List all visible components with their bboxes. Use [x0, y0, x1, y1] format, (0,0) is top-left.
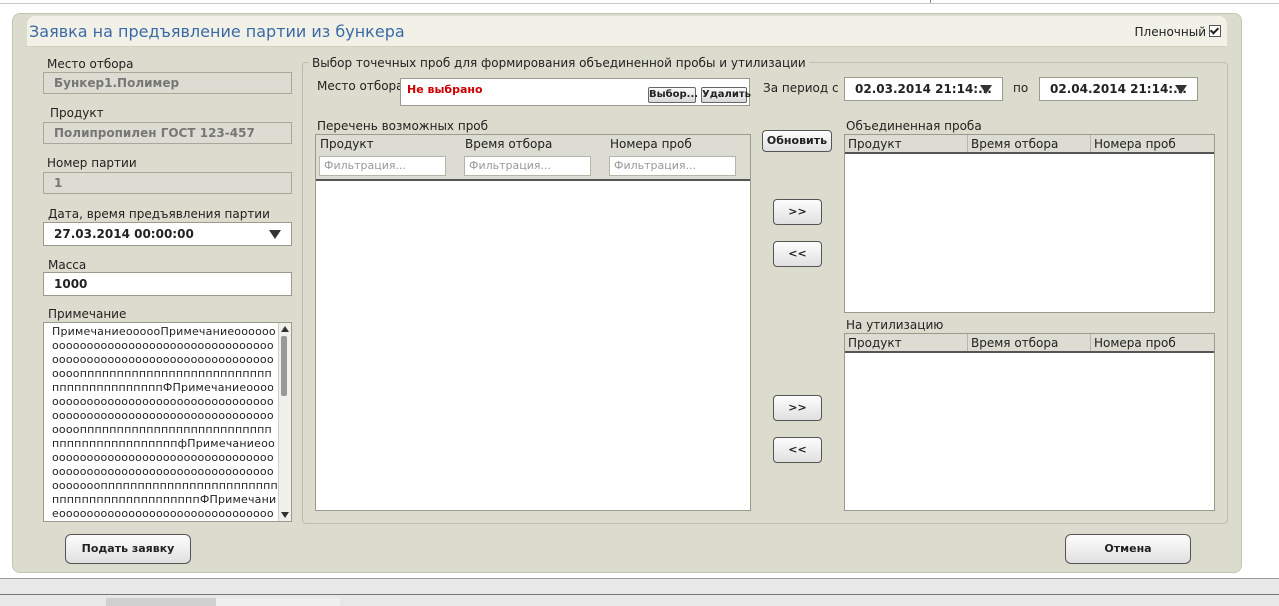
period-to-value: 02.04.2014 21:14:... [1050, 82, 1187, 96]
scroll-down-icon[interactable] [281, 512, 289, 518]
cancel-button[interactable]: Отмена [1065, 534, 1191, 564]
combined-title: Объединенная проба [846, 119, 982, 133]
disposal-col-sep [1090, 334, 1091, 351]
available-grid-header: Продукт Время отбора Номера проб [316, 135, 750, 154]
remove-from-disposal-button[interactable]: << [773, 437, 822, 463]
date-label: Дата, время предъявления партии [48, 207, 270, 221]
available-col-product[interactable]: Продукт [320, 137, 374, 151]
sel-place-label: Место отбора [317, 79, 404, 93]
period-to-select[interactable]: 02.04.2014 21:14:... [1039, 77, 1198, 101]
submit-request-button[interactable]: Подать заявку [65, 534, 191, 564]
mass-label: Масса [48, 258, 87, 272]
chevron-down-icon[interactable] [1175, 85, 1187, 94]
product-label: Продукт [50, 106, 104, 120]
taskbar [0, 578, 1279, 606]
combined-col-sep [967, 135, 968, 152]
mass-input[interactable]: 1000 [43, 272, 292, 296]
disposal-grid-header: Продукт Время отбора Номера проб [845, 334, 1214, 353]
combined-col-sep [1090, 135, 1091, 152]
date-value: 27.03.2014 00:00:00 [54, 227, 194, 241]
scroll-up-icon[interactable] [281, 326, 289, 332]
date-select[interactable]: 27.03.2014 00:00:00 [43, 222, 292, 246]
sel-place-field: Не выбрано Выбор... Удалить [400, 78, 751, 106]
scroll-thumb[interactable] [281, 336, 287, 396]
chevron-down-icon[interactable] [980, 85, 992, 94]
available-title: Перечень возможных проб [317, 119, 489, 133]
disposal-col-numbers[interactable]: Номера проб [1094, 336, 1176, 350]
product-field: Полипропилен ГОСТ 123-457 [43, 122, 292, 144]
request-dialog: Заявка на предъявление партии из бункера… [12, 13, 1242, 573]
remove-from-combined-button[interactable]: << [773, 241, 822, 267]
add-to-disposal-button[interactable]: >> [773, 395, 822, 421]
period-to-label: по [1013, 81, 1029, 95]
period-label: За период с [763, 81, 839, 95]
available-samples-grid[interactable]: Продукт Время отбора Номера проб Фильтра… [315, 134, 751, 511]
combined-sample-grid[interactable]: Продукт Время отбора Номера проб [844, 134, 1215, 313]
delete-button[interactable]: Удалить [701, 87, 751, 103]
top-window-marker [930, 0, 931, 3]
filter-time-input[interactable]: Фильтрация... [464, 156, 591, 176]
place-label: Место отбора [47, 57, 134, 71]
top-window-edge [0, 0, 1279, 4]
disposal-title: На утилизацию [846, 318, 944, 332]
chevron-down-icon[interactable] [269, 230, 281, 239]
combined-col-time[interactable]: Время отбора [971, 137, 1058, 151]
refresh-button[interactable]: Обновить [762, 130, 832, 152]
film-checkbox[interactable] [1209, 25, 1221, 37]
combined-col-product[interactable]: Продукт [848, 137, 902, 151]
available-filter-row: Фильтрация... Фильтрация... Фильтрация..… [316, 153, 750, 181]
film-checkbox-group[interactable]: Пленочный [1135, 25, 1221, 39]
batch-label: Номер партии [47, 156, 137, 170]
note-text[interactable]: ПримечаниеоооооПримечаниеооооооооооооооо… [52, 325, 278, 521]
selection-legend: Выбор точечных проб для формирования объ… [309, 56, 809, 70]
period-from-select[interactable]: 02.03.2014 21:14:... [844, 77, 1003, 101]
batch-field: 1 [43, 172, 292, 194]
choose-button[interactable]: Выбор... [648, 87, 698, 103]
filter-numbers-input[interactable]: Фильтрация... [609, 156, 736, 176]
disposal-col-time[interactable]: Время отбора [971, 336, 1058, 350]
disposal-col-product[interactable]: Продукт [848, 336, 902, 350]
available-col-time[interactable]: Время отбора [465, 137, 552, 151]
film-label: Пленочный [1134, 25, 1206, 39]
disposal-grid[interactable]: Продукт Время отбора Номера проб [844, 333, 1215, 511]
add-to-combined-button[interactable]: >> [773, 199, 822, 225]
filter-product-input[interactable]: Фильтрация... [319, 156, 446, 176]
period-from-value: 02.03.2014 21:14:... [855, 82, 992, 96]
sel-place-value: Не выбрано [407, 83, 483, 96]
note-label: Примечание [48, 307, 127, 321]
dialog-header: Заявка на предъявление партии из бункера… [27, 16, 1227, 47]
disposal-col-sep [967, 334, 968, 351]
combined-col-numbers[interactable]: Номера проб [1094, 137, 1176, 151]
taskbar-line [0, 594, 1279, 595]
combined-grid-header: Продукт Время отбора Номера проб [845, 135, 1214, 154]
dialog-title: Заявка на предъявление партии из бункера [29, 22, 405, 41]
note-textarea[interactable]: ПримечаниеоооооПримечаниеооооооооооооооо… [43, 322, 292, 522]
place-field: Бункер1.Полимер [43, 72, 292, 94]
available-col-numbers[interactable]: Номера проб [610, 137, 692, 151]
note-scrollbar[interactable] [278, 323, 291, 521]
